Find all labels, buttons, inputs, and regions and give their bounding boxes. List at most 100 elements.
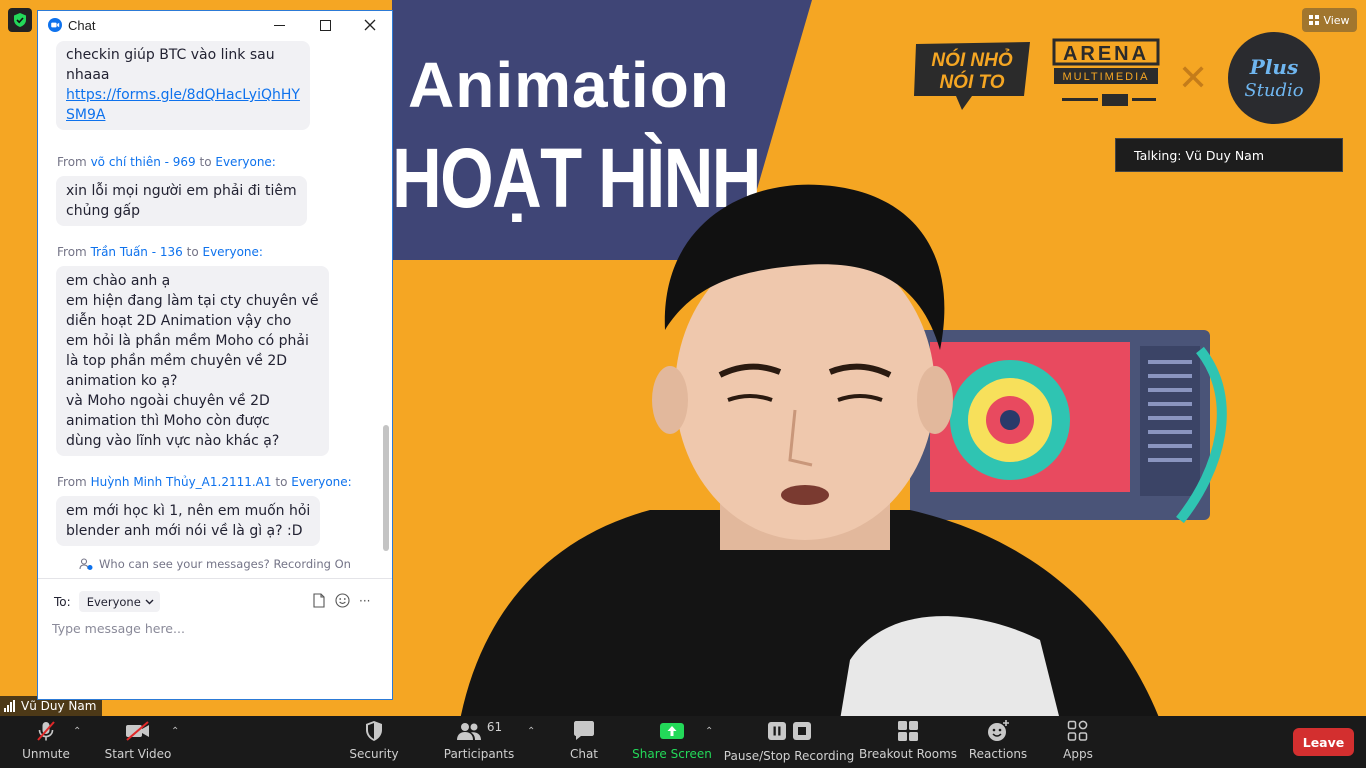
form-link[interactable]: https://forms.gle/8dQHacLyiQhHY — [66, 87, 300, 103]
chat-message-bubble: checkin giúp BTC vào link sau nhaaa http… — [56, 41, 310, 130]
chat-label: Chat — [569, 747, 599, 761]
noinho-text-1: NÓI NHỎ — [931, 49, 1013, 71]
security-label: Security — [349, 747, 399, 761]
sender-name[interactable]: Trần Tuấn - 136 — [91, 245, 183, 259]
chat-button[interactable]: Chat — [566, 716, 602, 768]
message-meta: From Trần Tuấn - 136 to Everyone: — [57, 245, 263, 259]
message-line: checkin giúp BTC vào link sau — [66, 47, 275, 63]
from-prefix: From — [57, 475, 87, 489]
reactions-button[interactable]: Reactions — [968, 716, 1028, 768]
video-options-caret[interactable]: ⌃ — [171, 726, 179, 737]
talking-indicator: Talking: Vũ Duy Nam — [1115, 138, 1343, 172]
message-line: chủng gấp — [66, 203, 141, 219]
apps-button[interactable]: Apps — [1060, 716, 1096, 768]
sender-name[interactable]: Huỳnh Minh Thủy_A1.2111.A1 — [91, 475, 272, 489]
grid-view-icon — [1309, 15, 1320, 25]
participants-label: Participants — [443, 747, 515, 761]
close-button[interactable] — [347, 11, 393, 39]
pause-stop-recording-button[interactable]: Pause/Stop Recording — [724, 716, 854, 768]
chat-scrollbar[interactable] — [382, 41, 390, 551]
zoom-chat-icon — [48, 18, 62, 32]
scrollbar-thumb[interactable] — [383, 425, 389, 551]
more-options-icon[interactable]: ··· — [359, 594, 370, 608]
breakout-rooms-icon — [898, 721, 918, 741]
noinho-noito-logo: NÓI NHỎ NÓI TO — [914, 42, 1030, 110]
message-line: animation ko ạ? — [66, 373, 178, 389]
message-line: blender anh mới nói về là gì ạ? :D — [66, 523, 303, 539]
minimize-button[interactable] — [256, 11, 302, 39]
view-label: View — [1323, 13, 1350, 27]
file-icon[interactable] — [312, 593, 326, 608]
close-icon — [364, 19, 376, 31]
reactions-label: Reactions — [968, 747, 1028, 761]
participants-options-caret[interactable]: ⌃ — [527, 726, 535, 737]
studio-text: Studio — [1244, 80, 1303, 101]
share-options-caret[interactable]: ⌃ — [705, 726, 713, 737]
collab-x-mark: ✕ — [1178, 58, 1209, 99]
recipient-name: Everyone: — [202, 245, 263, 259]
pause-icon — [767, 722, 786, 740]
banner-title-line1: Animation — [408, 49, 730, 121]
message-line: dùng vào lĩnh vực nào khác ạ? — [66, 433, 280, 449]
recipient-select[interactable]: Everyone — [78, 591, 160, 612]
minimize-icon — [273, 24, 285, 26]
arena-text: ARENA — [1063, 43, 1149, 65]
stop-icon — [792, 722, 811, 740]
from-prefix: From — [57, 155, 87, 169]
chat-message-bubble: xin lỗi mọi người em phải đi tiêm chủng … — [56, 176, 307, 226]
plus-text: Plus — [1249, 55, 1298, 79]
message-line: em mới học kì 1, nên em muốn hỏi — [66, 503, 311, 519]
arena-multimedia-logo: ARENA MULTIMEDIA — [1052, 38, 1160, 106]
message-line: xin lỗi mọi người em phải đi tiêm — [66, 183, 297, 199]
apps-label: Apps — [1063, 747, 1093, 761]
muted-mic-icon — [37, 721, 55, 741]
participants-icon — [456, 723, 481, 740]
security-button[interactable]: Security — [348, 716, 400, 768]
participants-button[interactable]: 61 Participants — [443, 716, 515, 768]
meeting-toolbar: Unmute ⌃ Start Video ⌃ Security 61 Parti… — [0, 716, 1366, 768]
chat-message-input[interactable] — [52, 621, 378, 691]
encryption-badge[interactable] — [8, 8, 32, 32]
chat-bubble-icon — [574, 721, 594, 740]
share-screen-button[interactable]: Share Screen — [632, 716, 712, 768]
chat-message-bubble: em mới học kì 1, nên em muốn hỏi blender… — [56, 496, 321, 546]
people-eye-icon — [79, 557, 93, 570]
view-button[interactable]: View — [1302, 8, 1357, 32]
message-line: em hiện đang làm tại cty chuyên về — [66, 293, 319, 309]
video-off-icon — [126, 721, 149, 741]
audio-options-caret[interactable]: ⌃ — [73, 726, 81, 737]
to-word: to — [186, 245, 199, 259]
shield-icon — [366, 721, 382, 741]
breakout-rooms-button[interactable]: Breakout Rooms — [859, 716, 957, 768]
privacy-notice[interactable]: Who can see your messages? Recording On — [38, 557, 392, 571]
to-word: to — [275, 475, 288, 489]
start-video-button[interactable]: Start Video — [105, 716, 171, 768]
chat-window: Chat checkin giúp BTC vào link sau nhaaa… — [37, 10, 393, 700]
chat-title: Chat — [68, 17, 96, 33]
maximize-button[interactable] — [302, 11, 348, 39]
from-prefix: From — [57, 245, 87, 259]
reaction-emoji-icon — [988, 720, 1009, 741]
share-screen-label: Share Screen — [632, 747, 712, 761]
message-line: animation thì Moho còn được — [66, 413, 270, 429]
presenter-video — [460, 184, 1159, 716]
message-meta: From võ chí thiên - 969 to Everyone: — [57, 155, 276, 169]
share-screen-icon — [660, 723, 684, 739]
compose-tools: ··· — [312, 593, 370, 608]
message-line: là top phần mềm chuyên về 2D — [66, 353, 288, 369]
signal-icon — [4, 700, 16, 712]
message-line: diễn hoạt 2D Animation vậy cho — [66, 313, 292, 329]
unmute-button[interactable]: Unmute — [22, 716, 70, 768]
message-meta: From Huỳnh Minh Thủy_A1.2111.A1 to Every… — [57, 475, 352, 489]
chat-messages[interactable]: checkin giúp BTC vào link sau nhaaa http… — [38, 39, 392, 551]
plus-studio-logo: Plus Studio — [1228, 32, 1320, 124]
form-link-cont[interactable]: SM9A — [66, 107, 105, 123]
message-line: em hỏi là phần mềm Moho có phải — [66, 333, 309, 349]
leave-button[interactable]: Leave — [1293, 728, 1354, 756]
maximize-icon — [319, 19, 331, 31]
recipient-value: Everyone — [86, 594, 141, 609]
sender-name[interactable]: võ chí thiên - 969 — [91, 155, 196, 169]
emoji-icon[interactable] — [335, 593, 350, 608]
noinho-text-2: NÓI TO — [939, 71, 1004, 93]
recipient-row: To: Everyone — [54, 591, 160, 612]
